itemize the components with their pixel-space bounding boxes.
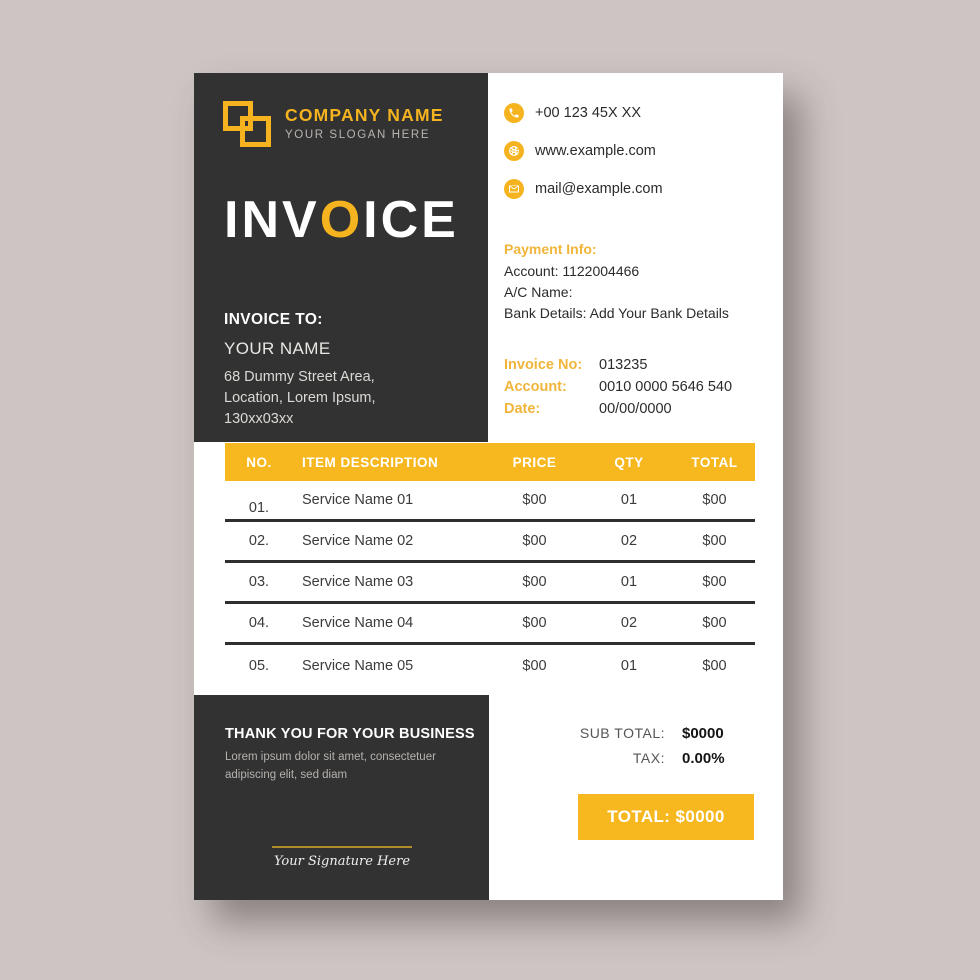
cell-total: $00	[702, 492, 727, 508]
payment-info-heading: Payment Info:	[504, 241, 597, 257]
meta-row-account: Account: 0010 0000 5646 540	[504, 376, 732, 398]
meta-label: Account:	[504, 379, 567, 396]
tax-row: TAX: 0.00%	[529, 750, 749, 767]
envelope-icon	[504, 179, 524, 199]
payment-bank-details: Bank Details: Add Your Bank Details	[504, 305, 729, 321]
table-row: 05. Service Name 05 $00 01 $00	[225, 645, 755, 686]
totals-block: SUB TOTAL: $0000 TAX: 0.00%	[529, 725, 749, 775]
cell-no: 03.	[248, 574, 270, 590]
contact-row-website: www.example.com	[504, 141, 663, 161]
cell-total: $00	[702, 533, 727, 549]
meta-value: 013235	[599, 357, 648, 373]
cell-desc: Service Name 02	[302, 533, 414, 549]
table-row: 02. Service Name 02 $00 02 $00	[225, 522, 755, 563]
cell-no: 05.	[248, 657, 270, 674]
column-header-desc: ITEM DESCRIPTION	[302, 454, 439, 470]
two-overlapping-squares-icon	[223, 101, 271, 147]
meta-row-invoice-no: Invoice No: 013235	[504, 354, 732, 376]
cell-total: $00	[702, 657, 727, 674]
signature-block: Your Signature Here	[272, 846, 412, 869]
cell-no: 01.	[248, 500, 270, 516]
table-row: 01. Service Name 01 $00 01 $00	[225, 481, 755, 522]
cell-qty: 01	[620, 657, 638, 674]
cell-price: $00	[522, 615, 547, 631]
signature-line	[272, 846, 412, 848]
cell-total: $00	[702, 574, 727, 590]
client-name: YOUR NAME	[224, 339, 331, 358]
invoice-meta-block: Invoice No: 013235 Account: 0010 0000 56…	[504, 354, 732, 420]
meta-value: 0010 0000 5646 540	[599, 379, 733, 396]
cell-desc: Service Name 04	[302, 615, 414, 631]
thank-you-subtitle: Lorem ipsum dolor sit amet, consectetuer…	[225, 751, 436, 781]
title-part1: INV	[224, 191, 320, 249]
subtotal-value: $0000	[682, 725, 724, 742]
cell-qty: 02	[620, 615, 638, 631]
cell-no: 02.	[248, 533, 270, 549]
invoice-to-label: INVOICE TO:	[224, 311, 323, 328]
cell-desc: Service Name 05	[302, 657, 414, 674]
payment-ac-name: A/C Name:	[504, 284, 573, 300]
signature-label: Your Signature Here	[273, 854, 411, 869]
grand-total-text: TOTAL: $0000	[607, 807, 725, 826]
subtotal-row: SUB TOTAL: $0000	[529, 725, 749, 742]
phone-icon	[504, 103, 524, 123]
thank-you-title: THANK YOU FOR YOUR BUSINESS	[225, 726, 475, 742]
column-header-price: PRICE	[512, 454, 557, 470]
cell-price: $00	[522, 492, 547, 508]
cell-qty: 01	[620, 492, 638, 508]
title-part2: ICE	[363, 191, 459, 249]
payment-account: Account: 1122004466	[504, 263, 640, 279]
table-header-row: NO. ITEM DESCRIPTION PRICE QTY TOTAL	[225, 443, 755, 481]
cell-no: 04.	[248, 615, 270, 631]
meta-label: Invoice No:	[504, 357, 583, 373]
cell-qty: 02	[620, 533, 638, 549]
cell-price: $00	[522, 533, 547, 549]
invoice-page: COMPANY NAME YOUR SLOGAN HERE INVOICE IN…	[194, 73, 783, 900]
globe-icon	[504, 141, 524, 161]
meta-label: Date:	[504, 401, 541, 418]
column-header-no: NO.	[246, 454, 272, 470]
contact-list: +00 123 45X XX www.example.com mail@exam…	[504, 103, 663, 217]
table-row: 04. Service Name 04 $00 02 $00	[225, 604, 755, 645]
contact-row-phone: +00 123 45X XX	[504, 103, 663, 123]
contact-row-email: mail@example.com	[504, 179, 663, 199]
column-header-total: TOTAL	[691, 454, 738, 470]
website-url[interactable]: www.example.com	[535, 143, 656, 159]
thank-you-block: THANK YOU FOR YOUR BUSINESS Lorem ipsum …	[225, 726, 475, 785]
client-address: 68 Dummy Street Area, Location, Lorem Ip…	[224, 369, 376, 428]
tax-value: 0.00%	[682, 750, 725, 767]
cell-price: $00	[522, 657, 547, 674]
page-title: INVOICE	[224, 194, 459, 246]
brand-logo-block: COMPANY NAME YOUR SLOGAN HERE	[223, 101, 444, 147]
tax-label: TAX:	[632, 750, 665, 766]
meta-row-date: Date: 00/00/0000	[504, 398, 732, 420]
cell-total: $00	[702, 615, 727, 631]
subtotal-label: SUB TOTAL:	[579, 725, 665, 741]
payment-info-block: Payment Info: Account: 1122004466 A/C Na…	[504, 239, 729, 324]
cell-qty: 01	[620, 574, 638, 590]
grand-total-badge: TOTAL: $0000	[578, 794, 754, 840]
company-name: COMPANY NAME	[285, 105, 444, 125]
title-highlight-o: O	[319, 191, 364, 249]
company-slogan: YOUR SLOGAN HERE	[285, 128, 431, 141]
email-address[interactable]: mail@example.com	[535, 181, 663, 197]
line-items-table: NO. ITEM DESCRIPTION PRICE QTY TOTAL 01.…	[225, 443, 755, 686]
column-header-qty: QTY	[614, 454, 644, 470]
meta-value: 00/00/0000	[599, 401, 672, 418]
cell-desc: Service Name 03	[302, 574, 414, 590]
phone-number[interactable]: +00 123 45X XX	[535, 105, 641, 121]
cell-desc: Service Name 01	[302, 492, 414, 508]
table-row: 03. Service Name 03 $00 01 $00	[225, 563, 755, 604]
invoice-to-block: INVOICE TO: YOUR NAME 68 Dummy Street Ar…	[224, 311, 376, 430]
cell-price: $00	[522, 574, 547, 590]
